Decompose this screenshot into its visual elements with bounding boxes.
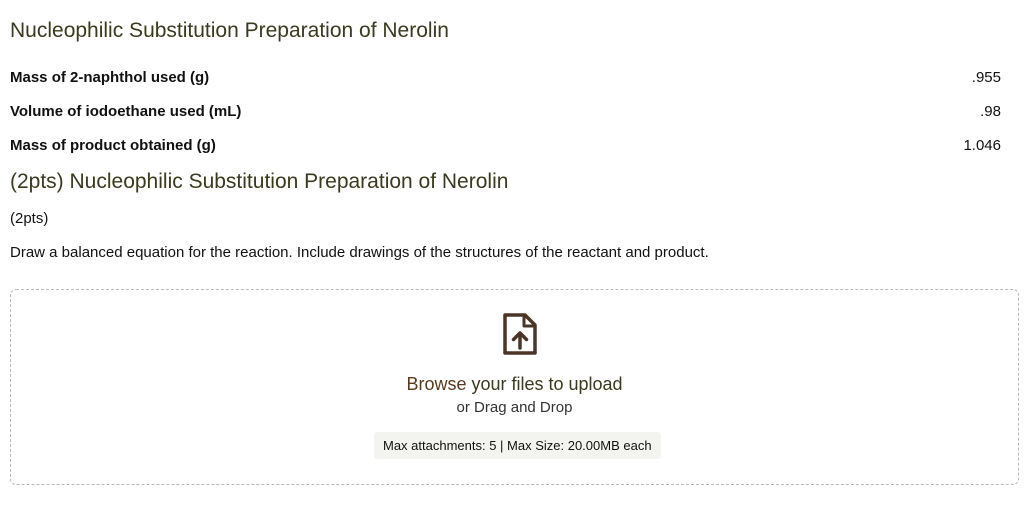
browse-rest-text: your files to upload <box>466 374 623 394</box>
data-row-value: .98 <box>980 102 1001 120</box>
data-row-value: 1.046 <box>963 136 1001 154</box>
file-upload-icon <box>503 313 537 355</box>
question-title: (2pts) Nucleophilic Substitution Prepara… <box>10 170 509 193</box>
data-row-label: Volume of iodoethane used (mL) <box>10 102 242 120</box>
section-title: Nucleophilic Substitution Preparation of… <box>10 19 449 42</box>
browse-line: Browse your files to upload <box>11 374 1018 395</box>
drag-drop-text: or Drag and Drop <box>456 399 573 416</box>
data-row-volume-iodoethane: Volume of iodoethane used (mL) .98 <box>10 100 1001 122</box>
data-row-mass-naphthol: Mass of 2-naphthol used (g) .955 <box>10 66 1001 88</box>
data-row-label: Mass of 2-naphthol used (g) <box>10 68 210 86</box>
data-row-mass-product: Mass of product obtained (g) 1.046 <box>10 134 1001 156</box>
data-row-label: Mass of product obtained (g) <box>10 136 216 154</box>
browse-link[interactable]: Browse <box>406 374 466 394</box>
file-dropzone[interactable]: Browse your files to upload or Drag and … <box>10 289 1019 485</box>
data-row-value: .955 <box>971 68 1001 86</box>
upload-limits-badge: Max attachments: 5 | Max Size: 20.00MB e… <box>374 432 661 459</box>
points-text: (2pts) <box>10 210 49 227</box>
question-prompt: Draw a balanced equation for the reactio… <box>10 244 709 261</box>
